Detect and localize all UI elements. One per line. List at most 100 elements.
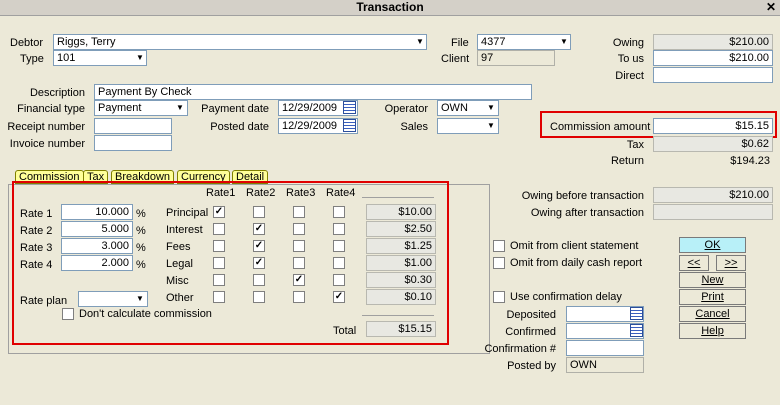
- window-title: Transaction: [356, 0, 424, 14]
- rate-checkbox[interactable]: [293, 257, 305, 269]
- rate-checkbox[interactable]: [213, 257, 225, 269]
- rate-checkbox[interactable]: [213, 291, 225, 303]
- owing-field: $210.00: [653, 34, 773, 50]
- grid-row-label: Interest: [166, 224, 203, 236]
- grid-row-amount: $1.25: [366, 238, 436, 254]
- close-icon[interactable]: ✕: [764, 0, 778, 14]
- rate-field[interactable]: 3.000: [61, 238, 133, 254]
- return-label: Return: [610, 155, 644, 167]
- rate-checkbox[interactable]: [333, 206, 345, 218]
- rate-checkbox[interactable]: [333, 240, 345, 252]
- total-field: $15.15: [366, 321, 436, 337]
- client-value: 97: [481, 52, 494, 64]
- commission-amount-field[interactable]: $15.15: [653, 118, 773, 134]
- rate-checkbox[interactable]: [293, 223, 305, 235]
- grid-row-amount: $1.00: [366, 255, 436, 271]
- calendar-icon[interactable]: [343, 119, 356, 132]
- use-confirmation-checkbox[interactable]: [493, 291, 505, 303]
- rate-field[interactable]: 10.000: [61, 204, 133, 220]
- omit-daily-checkbox[interactable]: [493, 257, 505, 269]
- rate-label: Rate 1: [20, 208, 53, 220]
- posted-by-label: Posted by: [507, 360, 556, 372]
- rate-header: Rate3: [286, 187, 316, 199]
- description-field[interactable]: Payment By Check: [94, 84, 532, 100]
- prev-button[interactable]: <<: [679, 255, 709, 271]
- rate-checkbox[interactable]: ✓: [253, 223, 265, 235]
- chevron-down-icon[interactable]: ▼: [484, 101, 498, 115]
- help-button[interactable]: Help: [679, 323, 746, 339]
- type-value: 101: [57, 52, 76, 64]
- rate-checkbox[interactable]: [293, 291, 305, 303]
- financial-type-label: Financial type: [17, 103, 85, 115]
- posted-by-field: OWN: [566, 357, 644, 373]
- rate-checkbox[interactable]: ✓: [293, 274, 305, 286]
- rate-checkbox[interactable]: [253, 206, 265, 218]
- rate-checkbox[interactable]: ✓: [213, 206, 225, 218]
- deposited-label: Deposited: [506, 309, 556, 321]
- chevron-down-icon[interactable]: ▼: [557, 35, 571, 49]
- total-label: Total: [333, 325, 357, 337]
- calendar-icon[interactable]: [630, 307, 643, 320]
- dont-calc-label: Don't calculate commission: [79, 308, 212, 320]
- divider: [362, 315, 434, 316]
- direct-field[interactable]: [653, 67, 773, 83]
- new-button[interactable]: New: [679, 272, 746, 288]
- next-button[interactable]: >>: [716, 255, 746, 271]
- payment-date-label: Payment date: [201, 103, 269, 115]
- rate-checkbox[interactable]: [333, 223, 345, 235]
- chevron-down-icon[interactable]: ▼: [173, 101, 187, 115]
- confirmed-label: Confirmed: [505, 326, 556, 338]
- rate-checkbox[interactable]: [213, 240, 225, 252]
- calendar-icon[interactable]: [630, 324, 643, 337]
- receipt-number-label: Receipt number: [7, 121, 85, 133]
- owing-after-label: Owing after transaction: [530, 207, 644, 219]
- rate-checkbox[interactable]: [213, 223, 225, 235]
- calendar-icon[interactable]: [343, 101, 356, 114]
- use-confirmation-label: Use confirmation delay: [510, 291, 622, 303]
- chevron-down-icon[interactable]: ▼: [413, 35, 427, 49]
- title-bar: Transaction: [0, 0, 780, 16]
- divider: [362, 197, 434, 198]
- rate-checkbox[interactable]: [333, 257, 345, 269]
- rate-plan-label: Rate plan: [20, 295, 68, 307]
- operator-label: Operator: [384, 103, 428, 115]
- rate-checkbox[interactable]: ✓: [333, 291, 345, 303]
- to-us-field[interactable]: $210.00: [653, 50, 773, 66]
- rate-checkbox[interactable]: [293, 240, 305, 252]
- cancel-button[interactable]: Cancel: [679, 306, 746, 322]
- commission-amount-label: Commission amount: [550, 121, 651, 133]
- rate-checkbox[interactable]: [253, 274, 265, 286]
- percent-label: %: [136, 259, 146, 271]
- return-value: $194.23: [730, 155, 770, 167]
- rate-checkbox[interactable]: [293, 206, 305, 218]
- omit-client-checkbox[interactable]: [493, 240, 505, 252]
- dont-calc-checkbox[interactable]: [62, 308, 74, 320]
- grid-row-amount: $10.00: [366, 204, 436, 220]
- rate-field[interactable]: 5.000: [61, 221, 133, 237]
- confirmation-number-label: Confirmation #: [484, 343, 556, 355]
- grid-row-amount: $2.50: [366, 221, 436, 237]
- rate-label: Rate 3: [20, 242, 53, 254]
- grid-row-amount: $0.30: [366, 272, 436, 288]
- debtor-combo[interactable]: Riggs, Terry: [53, 34, 427, 50]
- owing-before-label: Owing before transaction: [521, 190, 644, 202]
- percent-label: %: [136, 225, 146, 237]
- rate-checkbox[interactable]: ✓: [253, 240, 265, 252]
- print-button[interactable]: Print: [679, 289, 746, 305]
- confirmation-number-field[interactable]: [566, 340, 644, 356]
- rate-checkbox[interactable]: [213, 274, 225, 286]
- invoice-number-field[interactable]: [94, 135, 172, 151]
- rate-field[interactable]: 2.000: [61, 255, 133, 271]
- invoice-number-label: Invoice number: [9, 138, 85, 150]
- ok-button[interactable]: OK: [679, 237, 746, 253]
- chevron-down-icon[interactable]: ▼: [133, 51, 147, 65]
- tax-label: Tax: [626, 139, 644, 151]
- rate-checkbox[interactable]: [253, 291, 265, 303]
- omit-daily-label: Omit from daily cash report: [510, 257, 643, 269]
- rate-checkbox[interactable]: ✓: [253, 257, 265, 269]
- to-us-label: To us: [617, 53, 644, 65]
- rate-checkbox[interactable]: [333, 274, 345, 286]
- chevron-down-icon[interactable]: ▼: [484, 119, 498, 133]
- receipt-number-field[interactable]: [94, 118, 172, 134]
- chevron-down-icon[interactable]: ▼: [133, 292, 147, 306]
